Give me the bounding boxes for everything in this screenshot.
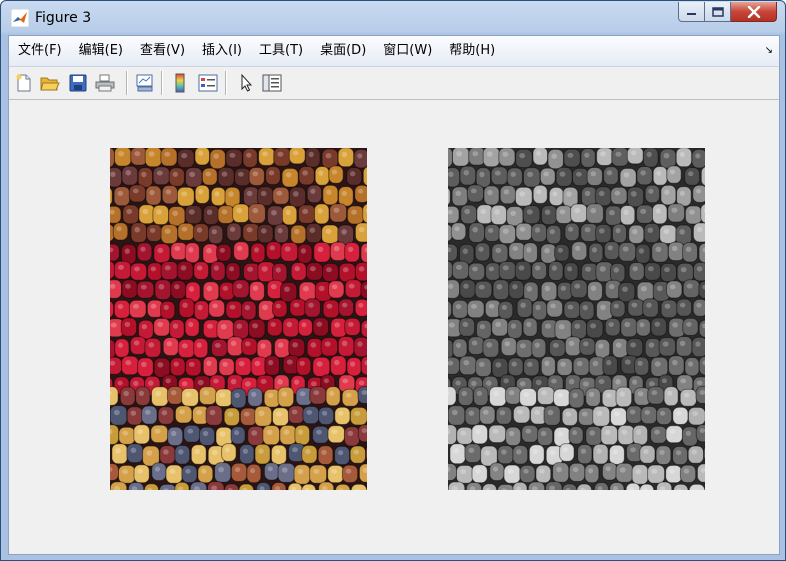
open-file-button[interactable] bbox=[39, 72, 61, 94]
maximize-button[interactable] bbox=[705, 2, 731, 22]
save-button[interactable] bbox=[67, 72, 89, 94]
link-plot-button[interactable] bbox=[134, 72, 156, 94]
dock-arrow-icon[interactable]: ↘ bbox=[765, 45, 773, 56]
menu-desktop[interactable]: 桌面(D) bbox=[312, 40, 375, 62]
insert-colorbar-icon bbox=[175, 73, 185, 93]
print-button[interactable] bbox=[94, 72, 116, 94]
open-file-icon bbox=[40, 77, 60, 91]
menu-bar: 文件(F) 编辑(E) 查看(V) 插入(I) 工具(T) 桌面(D) 窗口(W… bbox=[9, 36, 779, 67]
menu-help[interactable]: 帮助(H) bbox=[441, 40, 504, 62]
new-figure-icon bbox=[16, 74, 31, 92]
grayscale-image-canvas bbox=[448, 148, 705, 490]
insert-legend-button[interactable] bbox=[197, 72, 219, 94]
corn-grayscale-image[interactable] bbox=[448, 148, 705, 490]
maximize-icon bbox=[711, 6, 724, 17]
figure-window: Figure 3 文件(F) 编辑(E) 查看(V) 插入(I) 工具(T) 桌… bbox=[0, 0, 786, 561]
corn-color-image[interactable] bbox=[110, 148, 367, 490]
insert-colorbar-button[interactable] bbox=[169, 72, 191, 94]
new-figure-button[interactable] bbox=[13, 72, 35, 94]
save-icon bbox=[69, 74, 87, 92]
toolbar-separator bbox=[161, 71, 163, 95]
menu-tools[interactable]: 工具(T) bbox=[251, 40, 312, 62]
insert-legend-icon bbox=[198, 74, 218, 92]
figure-canvas[interactable] bbox=[9, 100, 779, 554]
menu-edit[interactable]: 编辑(E) bbox=[71, 40, 132, 62]
minimize-button[interactable] bbox=[678, 2, 705, 22]
menu-insert[interactable]: 插入(I) bbox=[194, 40, 251, 62]
menu-window[interactable]: 窗口(W) bbox=[375, 40, 441, 62]
pointer-icon bbox=[241, 73, 253, 92]
figure-client-area: 文件(F) 编辑(E) 查看(V) 插入(I) 工具(T) 桌面(D) 窗口(W… bbox=[8, 35, 780, 555]
property-inspector-button[interactable] bbox=[261, 72, 283, 94]
title-bar[interactable]: Figure 3 bbox=[1, 1, 785, 35]
matlab-logo-icon bbox=[11, 9, 29, 27]
toolbar-separator bbox=[225, 71, 227, 95]
menu-view[interactable]: 查看(V) bbox=[132, 40, 194, 62]
property-inspector-icon bbox=[262, 74, 282, 92]
print-icon bbox=[95, 74, 115, 92]
toolbar-separator bbox=[126, 71, 128, 95]
close-icon bbox=[747, 5, 760, 18]
window-controls bbox=[678, 2, 777, 24]
minimize-icon bbox=[686, 12, 696, 15]
pointer-button[interactable] bbox=[235, 72, 257, 94]
toolbar bbox=[9, 67, 779, 100]
menu-file[interactable]: 文件(F) bbox=[9, 40, 71, 62]
color-image-canvas bbox=[110, 148, 367, 490]
link-plot-icon bbox=[136, 74, 153, 92]
close-button[interactable] bbox=[731, 2, 777, 22]
window-title: Figure 3 bbox=[35, 10, 92, 26]
